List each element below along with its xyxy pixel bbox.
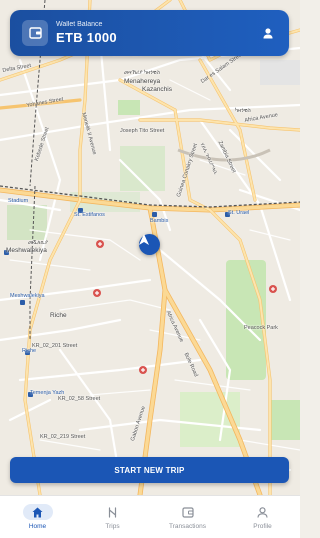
map-label-kr-02-58: KR_02_58 Street: [58, 396, 101, 402]
profile-button[interactable]: [259, 24, 277, 42]
route-icon: [108, 506, 117, 518]
nav-item-label: Transactions: [169, 523, 206, 530]
nav-item-profile[interactable]: Profile: [225, 496, 300, 538]
map-label-meshwalekiya-stop: Meshwalekiya: [10, 293, 45, 299]
map-label-kr-02-219: KR_02_219 Street: [40, 434, 86, 440]
user-icon: [263, 27, 273, 38]
map-label-joseph-tito: Joseph Tito Street: [120, 128, 165, 134]
map-label-kazanchis: Kazanchis: [142, 86, 172, 93]
map-label-meshwalekiya: Meshwalekiya: [6, 247, 47, 254]
wallet-balance-amount: ETB 1000: [56, 30, 117, 45]
wallet-balance-title: Wallet Balance: [56, 21, 103, 28]
nav-item-home[interactable]: Home: [0, 496, 75, 538]
wallet-balance-card[interactable]: Wallet Balance ETB 1000: [10, 10, 289, 56]
map-label-peacock-park: Peacock Park: [244, 325, 278, 331]
wallet-icon: [181, 506, 194, 518]
map-label-menahereya: Menahereya: [124, 78, 161, 85]
map-label-menahereya-am: መናኸሪያ ካዛንቺስ: [124, 70, 160, 76]
start-new-trip-button[interactable]: START NEW TRIP: [10, 457, 289, 483]
wallet-icon: [22, 20, 48, 46]
nav-item-label: Trips: [105, 523, 120, 530]
nav-item-label: Profile: [253, 523, 272, 530]
current-location-marker[interactable]: [139, 234, 160, 255]
map-label-kazanchis-am: ካዛንቺስ: [235, 108, 251, 114]
map-label-bambis: Bambis: [150, 218, 169, 224]
map-label-riche: Riche: [50, 312, 67, 319]
nav-item-transactions[interactable]: Transactions: [150, 496, 225, 538]
map-label-stadium: Stadium: [8, 198, 29, 204]
map-label-meshwalekiya-am: መሿለኪያ: [28, 240, 48, 246]
navigation-arrow-icon: [139, 234, 149, 245]
nav-item-trips[interactable]: Trips: [75, 496, 150, 538]
map-label-st-urael: St. Urael: [228, 210, 250, 216]
map-label-st-estifanos: St. Estifanos: [74, 212, 105, 218]
map-label-kr-02-201: KR_02_201 Street: [32, 343, 78, 349]
bottom-navigation: Home Trips Transactions Profile: [0, 495, 300, 538]
nav-item-label: Home: [28, 523, 47, 530]
home-icon: [32, 507, 43, 517]
map-view[interactable]: Delta Street Gedam Sefer Menahereya Kaza…: [0, 0, 300, 495]
user-icon: [257, 506, 268, 518]
